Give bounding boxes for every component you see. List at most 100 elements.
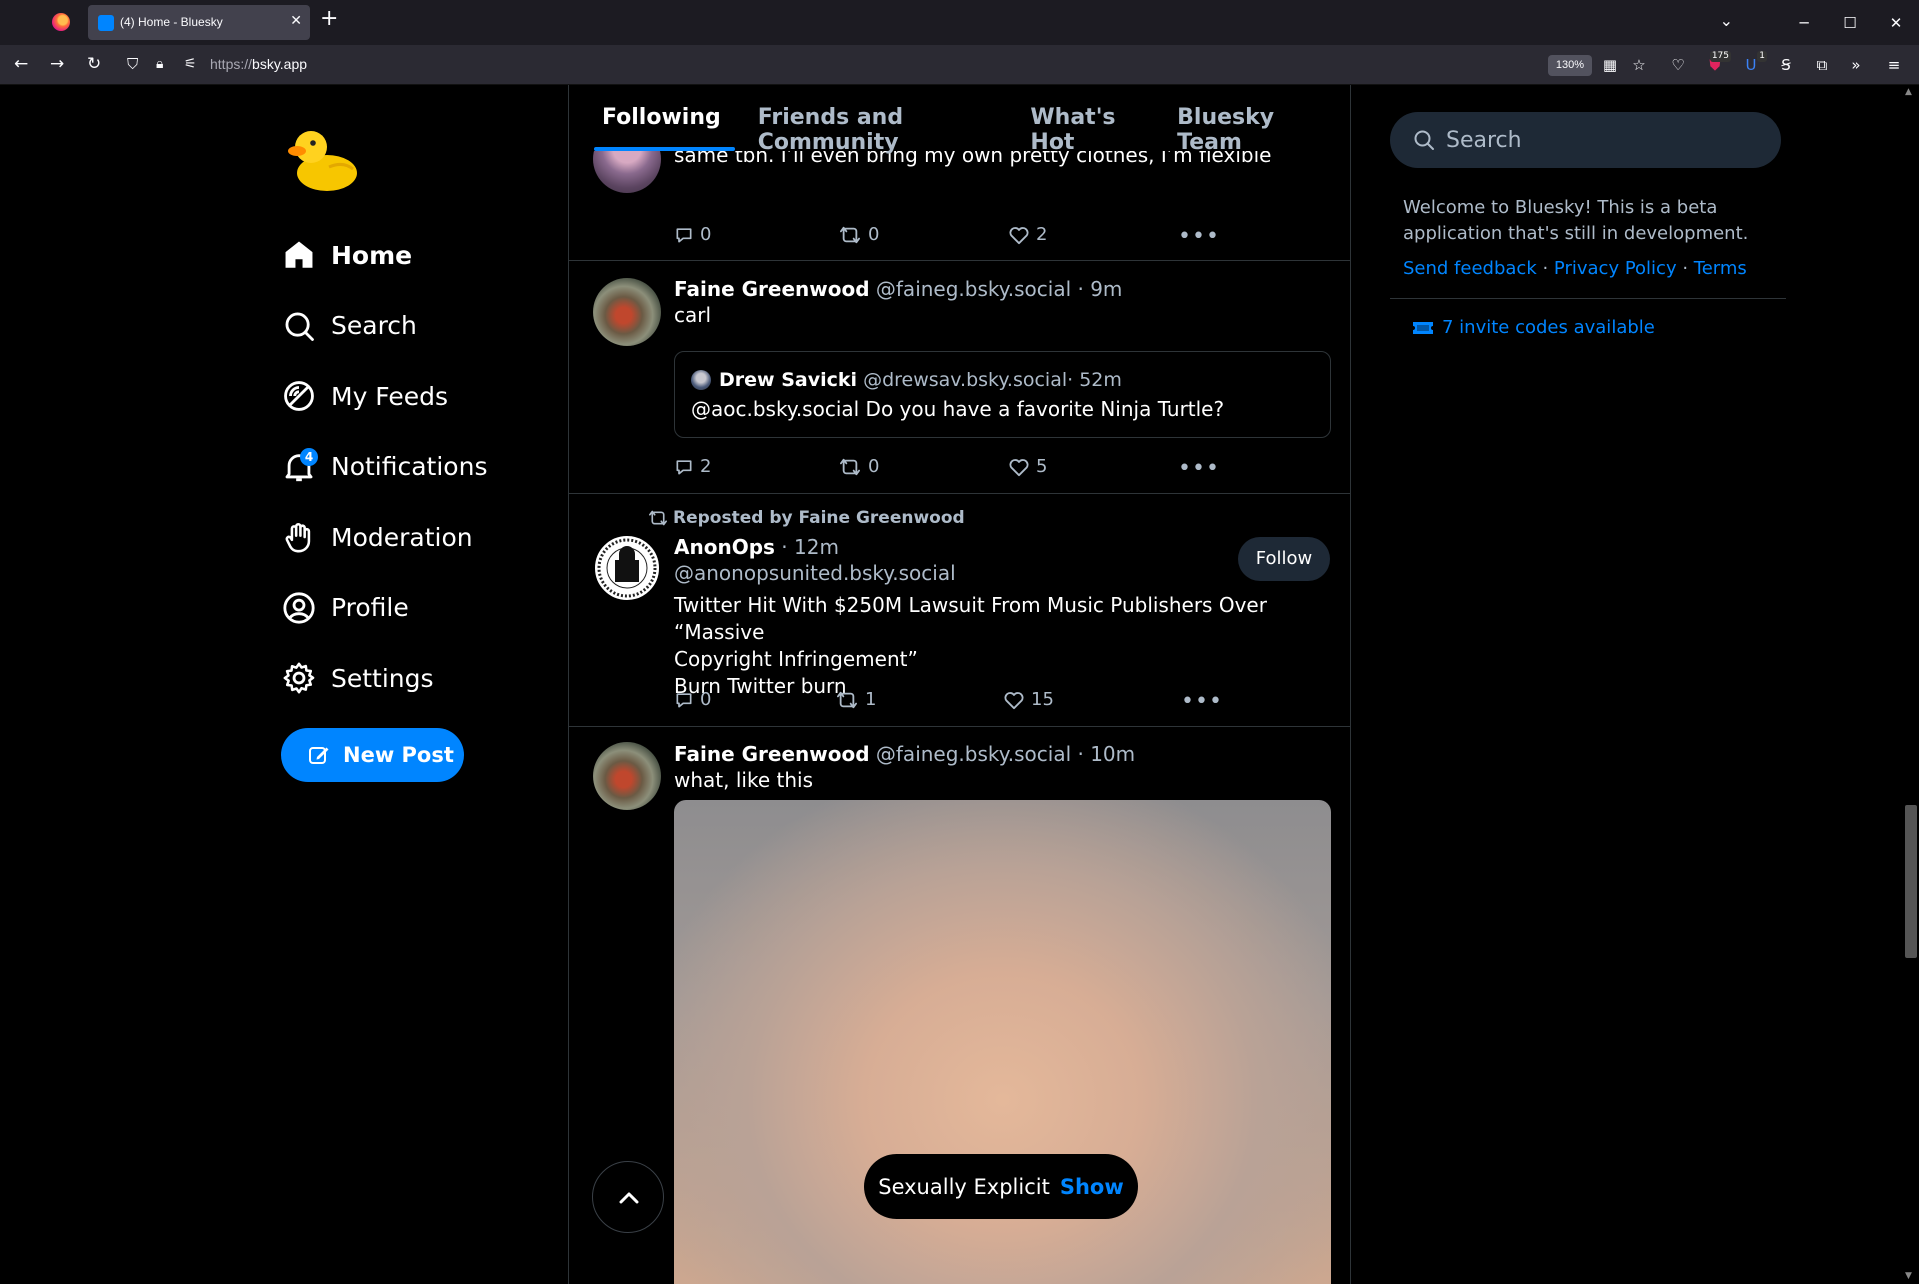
more-options-icon[interactable]: ••• (1181, 689, 1223, 714)
show-content-button[interactable]: Show (1060, 1175, 1124, 1199)
duck-logo-icon[interactable] (287, 123, 359, 195)
reply-button[interactable]: 0 (674, 224, 711, 245)
tab-bluesky-team[interactable]: Bluesky Team (1177, 85, 1313, 155)
footer-links: Send feedback · Privacy Policy · Terms (1403, 258, 1747, 279)
repost-button[interactable]: 0 (838, 224, 879, 245)
privacy-policy-link[interactable]: Privacy Policy (1554, 258, 1677, 279)
heart-icon (1009, 458, 1029, 476)
more-options-icon[interactable]: ••• (1178, 224, 1220, 249)
reply-icon (676, 459, 692, 474)
repost-by-label: Reposted by Faine Greenwood (673, 508, 965, 528)
url-bar[interactable]: https://bsky.app (210, 56, 307, 72)
quoted-avatar (691, 370, 711, 390)
search-input[interactable]: Search (1390, 112, 1781, 168)
tab-close-icon[interactable]: ✕ (290, 13, 302, 29)
post-author: Faine Greenwood @faineg.bsky.social · 9m (674, 276, 1330, 302)
tab-title: (4) Home - Bluesky (120, 15, 223, 29)
author-name[interactable]: AnonOps (674, 535, 775, 559)
nav-notifications[interactable]: 4 Notifications (282, 432, 487, 503)
post-body: Faine Greenwood @faineg.bsky.social · 10… (674, 741, 1330, 794)
scroll-up-arrow-icon[interactable]: ▲ (1905, 87, 1912, 97)
grid-icon[interactable]: ▦ (1600, 55, 1620, 75)
pocket-icon[interactable]: ♡ (1668, 55, 1688, 75)
nav-moderation[interactable]: Moderation (282, 502, 487, 573)
terms-link[interactable]: Terms (1694, 258, 1747, 279)
browser-tab[interactable]: (4) Home - Bluesky ✕ (88, 5, 310, 40)
nav-settings-label: Settings (331, 663, 434, 693)
avatar[interactable] (593, 742, 661, 810)
like-button[interactable]: 2 (1008, 224, 1047, 245)
anonymous-mask-icon (597, 538, 657, 598)
repost-button[interactable]: 0 (838, 456, 879, 477)
nav-settings[interactable]: Settings (282, 643, 487, 714)
scroll-down-arrow-icon[interactable]: ▼ (1905, 1271, 1912, 1281)
quoted-post[interactable]: Drew Savicki @drewsav.bsky.social · 52m … (674, 351, 1331, 438)
new-post-button[interactable]: New Post (281, 728, 464, 782)
feed-post[interactable]: Faine Greenwood @faineg.bsky.social · 9m… (569, 261, 1350, 494)
tab-whats-hot[interactable]: What's Hot (1030, 85, 1140, 155)
post-actions: 2 0 5 ••• (674, 456, 1219, 481)
avatar[interactable] (593, 278, 661, 346)
reply-button[interactable]: 2 (674, 456, 711, 477)
post-actions: 0 1 15 ••• (674, 689, 1222, 714)
minimize-icon[interactable]: ─ (1781, 14, 1827, 32)
lock-icon[interactable]: 🔒︎ (156, 54, 163, 74)
like-button[interactable]: 15 (1003, 689, 1054, 710)
firefox-logo-icon[interactable] (52, 13, 70, 31)
reply-button[interactable]: 0 (674, 689, 711, 710)
avatar[interactable] (593, 534, 661, 602)
maximize-icon[interactable]: ☐ (1827, 14, 1873, 32)
feed-post[interactable]: Reposted by Faine Greenwood AnonOps · 12… (569, 494, 1350, 727)
nav-profile[interactable]: Profile (282, 573, 487, 644)
search-icon (282, 309, 316, 343)
post-time: · 9m (1071, 277, 1123, 301)
gear-icon (282, 661, 316, 695)
zoom-level[interactable]: 130% (1548, 55, 1592, 76)
nav-search[interactable]: Search (282, 291, 487, 362)
bluesky-app: Home Search My Feeds 4 Notifications Mod… (0, 85, 1919, 1284)
repost-count: 1 (865, 689, 877, 710)
author-name[interactable]: Faine Greenwood (674, 742, 870, 766)
feeds-icon (282, 379, 316, 413)
bookmark-star-icon[interactable]: ☆ (1629, 55, 1649, 75)
tracking-shield-icon[interactable]: ⛉ (127, 54, 138, 74)
new-tab-icon[interactable]: + (320, 8, 338, 30)
like-count: 5 (1036, 456, 1048, 477)
sidebar-divider (1390, 298, 1786, 299)
author-handle[interactable]: @faineg.bsky.social (876, 277, 1071, 301)
permissions-icon[interactable]: ⚟ (184, 54, 197, 74)
post-body: AnonOps · 12m @anonopsunited.bsky.social… (674, 534, 1330, 700)
feed-column: Following Friends and Community What's H… (568, 85, 1351, 1284)
scroll-to-top-button[interactable] (592, 1161, 664, 1233)
ublock-icon[interactable]: ⛊ 175 (1705, 51, 1731, 75)
tab-friends-and-community[interactable]: Friends and Community (758, 85, 994, 155)
author-name[interactable]: Faine Greenwood (674, 277, 870, 301)
author-handle[interactable]: @anonopsunited.bsky.social (674, 561, 956, 585)
reload-icon[interactable]: ↻ (87, 54, 101, 74)
forward-icon[interactable]: → (50, 54, 64, 74)
tab-following[interactable]: Following (594, 85, 735, 151)
repost-icon (649, 510, 668, 526)
follow-button[interactable]: Follow (1238, 537, 1330, 581)
send-feedback-link[interactable]: Send feedback (1403, 258, 1537, 279)
more-options-icon[interactable]: ••• (1178, 456, 1220, 481)
repost-button[interactable]: 1 (835, 689, 876, 710)
scrollbar-thumb[interactable] (1905, 805, 1917, 958)
hamburger-menu-icon[interactable]: ≡ (1884, 55, 1904, 75)
extension-a-icon[interactable]: Ꞩ (1776, 55, 1796, 75)
close-window-icon[interactable]: ✕ (1873, 14, 1919, 32)
repost-indicator[interactable]: Reposted by Faine Greenwood (647, 508, 965, 528)
invite-codes-link[interactable]: 7 invite codes available (1412, 317, 1655, 338)
overflow-chevron-icon[interactable]: » (1846, 55, 1866, 75)
author-handle[interactable]: @faineg.bsky.social (876, 742, 1071, 766)
extensions-puzzle-icon[interactable]: ⧉ (1812, 55, 1832, 75)
page-scrollbar[interactable]: ▲ ▼ (1902, 85, 1919, 1284)
list-tabs-icon[interactable]: ⌄ (1720, 11, 1733, 30)
feed-tabs: Following Friends and Community What's H… (569, 85, 1350, 155)
extension-u-icon[interactable]: U1 (1741, 51, 1767, 75)
nav-home[interactable]: Home (282, 220, 487, 291)
profile-icon (282, 591, 316, 625)
like-button[interactable]: 5 (1008, 456, 1047, 477)
nav-my-feeds[interactable]: My Feeds (282, 361, 487, 432)
back-icon[interactable]: ← (14, 54, 28, 74)
